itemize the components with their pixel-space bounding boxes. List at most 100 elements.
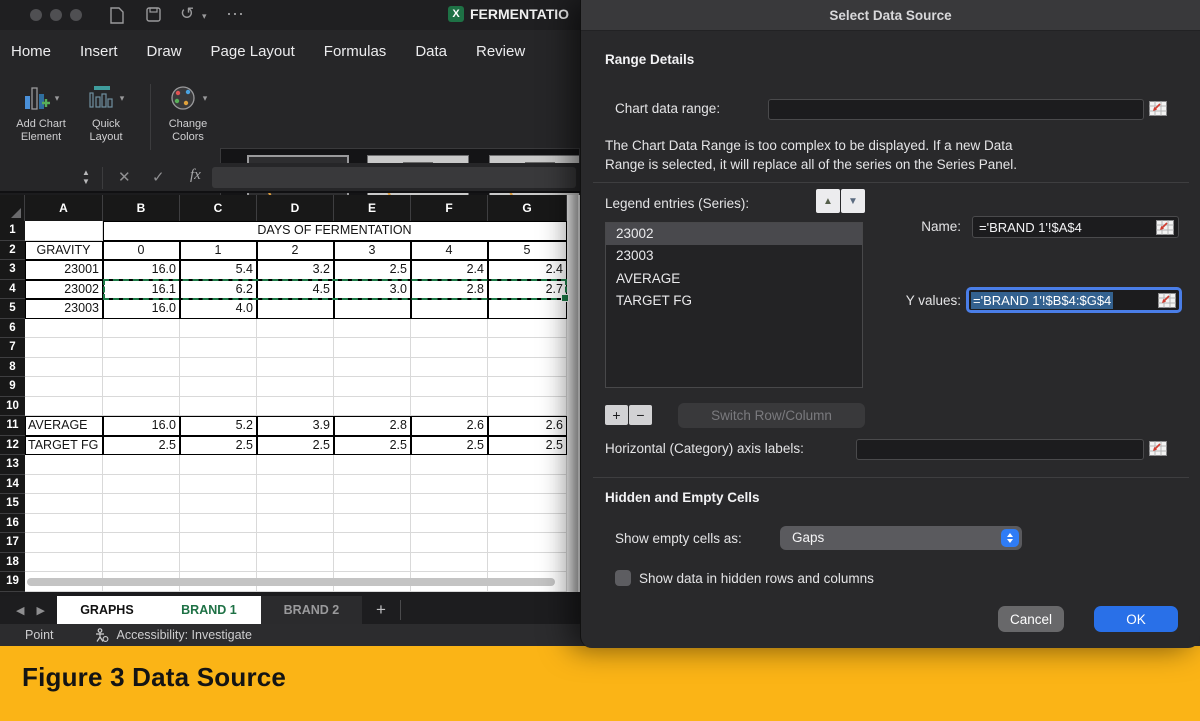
- more-toolbar-icon[interactable]: ⋯: [226, 4, 244, 25]
- sheet-tab-brand-2[interactable]: BRAND 2: [261, 596, 362, 624]
- cell-E9[interactable]: [334, 377, 411, 397]
- column-header-D[interactable]: D: [257, 195, 334, 221]
- cell-E6[interactable]: [334, 319, 411, 339]
- remove-series-button[interactable]: −: [629, 405, 652, 425]
- series-item-average[interactable]: AVERAGE: [606, 268, 862, 290]
- cell-E18[interactable]: [334, 553, 411, 573]
- cell-E14[interactable]: [334, 475, 411, 495]
- cell-B16[interactable]: [103, 514, 180, 534]
- cell-E3[interactable]: 2.5: [334, 260, 411, 280]
- series-item-23002[interactable]: 23002: [606, 223, 862, 245]
- cell-A3[interactable]: 23001: [25, 260, 103, 280]
- cell-F18[interactable]: [411, 553, 488, 573]
- row-header-12[interactable]: 12: [0, 436, 25, 456]
- show-empty-cells-dropdown[interactable]: Gaps: [780, 526, 1022, 550]
- cell-G14[interactable]: [488, 475, 567, 495]
- ribbon-tab-home[interactable]: Home: [11, 43, 51, 60]
- cell-D7[interactable]: [257, 338, 334, 358]
- name-box-spinner[interactable]: ▲▼: [82, 168, 90, 186]
- move-series-down-button[interactable]: ▼: [841, 189, 865, 213]
- switch-row-column-button[interactable]: Switch Row/Column: [678, 403, 865, 428]
- cell-D12[interactable]: 2.5: [257, 436, 334, 456]
- cell-D17[interactable]: [257, 533, 334, 553]
- cell-B9[interactable]: [103, 377, 180, 397]
- cell-D3[interactable]: 3.2: [257, 260, 334, 280]
- enter-entry-icon[interactable]: ✓: [152, 168, 165, 186]
- cell-G5[interactable]: [488, 299, 567, 319]
- cell-B12[interactable]: 2.5: [103, 436, 180, 456]
- cell-D18[interactable]: [257, 553, 334, 573]
- cell-E12[interactable]: 2.5: [334, 436, 411, 456]
- cell-A6[interactable]: [25, 319, 103, 339]
- quick-layout-button[interactable]: ▾ Quick Layout: [76, 78, 136, 143]
- row-header-14[interactable]: 14: [0, 475, 25, 495]
- cell-E15[interactable]: [334, 494, 411, 514]
- horizontal-scrollbar[interactable]: [27, 578, 555, 586]
- cell-D15[interactable]: [257, 494, 334, 514]
- select-all-corner[interactable]: [0, 195, 25, 221]
- row-header-9[interactable]: 9: [0, 377, 25, 397]
- cell-C5[interactable]: 4.0: [180, 299, 257, 319]
- row-header-6[interactable]: 6: [0, 319, 25, 339]
- cell-A16[interactable]: [25, 514, 103, 534]
- row-header-18[interactable]: 18: [0, 553, 25, 573]
- cell-G6[interactable]: [488, 319, 567, 339]
- column-header-A[interactable]: A: [25, 195, 103, 221]
- cell-G16[interactable]: [488, 514, 567, 534]
- cell-F15[interactable]: [411, 494, 488, 514]
- cell-C10[interactable]: [180, 397, 257, 417]
- cell-F12[interactable]: 2.5: [411, 436, 488, 456]
- change-colors-button[interactable]: ▾ Change Colors: [158, 78, 218, 143]
- cell-A18[interactable]: [25, 553, 103, 573]
- cell-E13[interactable]: [334, 455, 411, 475]
- cell-B6[interactable]: [103, 319, 180, 339]
- cell-E2[interactable]: 3: [334, 241, 411, 261]
- cell-G11[interactable]: 2.6: [488, 416, 567, 436]
- cell-C9[interactable]: [180, 377, 257, 397]
- cell-B3[interactable]: 16.0: [103, 260, 180, 280]
- cell-C17[interactable]: [180, 533, 257, 553]
- cell-C11[interactable]: 5.2: [180, 416, 257, 436]
- cell-F2[interactable]: 4: [411, 241, 488, 261]
- cell-F16[interactable]: [411, 514, 488, 534]
- cell-A4[interactable]: 23002: [25, 280, 103, 300]
- cell-C2[interactable]: 1: [180, 241, 257, 261]
- cell-A10[interactable]: [25, 397, 103, 417]
- cell-B18[interactable]: [103, 553, 180, 573]
- range-selector-icon[interactable]: [1156, 220, 1174, 235]
- new-document-icon[interactable]: [110, 7, 124, 24]
- cell-F14[interactable]: [411, 475, 488, 495]
- cell-C7[interactable]: [180, 338, 257, 358]
- column-header-F[interactable]: F: [411, 195, 488, 221]
- cell-G12[interactable]: 2.5: [488, 436, 567, 456]
- cell-E10[interactable]: [334, 397, 411, 417]
- sheet-tab-brand-1[interactable]: BRAND 1: [157, 596, 261, 624]
- column-header-B[interactable]: B: [103, 195, 180, 221]
- column-header-C[interactable]: C: [180, 195, 257, 221]
- column-header-E[interactable]: E: [334, 195, 411, 221]
- ribbon-tab-insert[interactable]: Insert: [80, 43, 118, 60]
- cell-B11[interactable]: 16.0: [103, 416, 180, 436]
- cell-A1[interactable]: [25, 221, 103, 241]
- row-header-11[interactable]: 11: [0, 416, 25, 436]
- dialog-title-bar[interactable]: Select Data Source: [581, 0, 1200, 31]
- accessibility-status[interactable]: Accessibility: Investigate: [117, 628, 252, 642]
- cell-A15[interactable]: [25, 494, 103, 514]
- cell-G7[interactable]: [488, 338, 567, 358]
- cell-G8[interactable]: [488, 358, 567, 378]
- cell-E17[interactable]: [334, 533, 411, 553]
- cell-F13[interactable]: [411, 455, 488, 475]
- close-window-icon[interactable]: [30, 9, 42, 21]
- show-hidden-data-checkbox[interactable]: [615, 570, 631, 586]
- cell-G17[interactable]: [488, 533, 567, 553]
- range-selector-icon[interactable]: [1158, 293, 1176, 308]
- cell-F3[interactable]: 2.4: [411, 260, 488, 280]
- cell-F9[interactable]: [411, 377, 488, 397]
- cell-F8[interactable]: [411, 358, 488, 378]
- cell-D2[interactable]: 2: [257, 241, 334, 261]
- cell-B7[interactable]: [103, 338, 180, 358]
- cell-G2[interactable]: 5: [488, 241, 567, 261]
- cell-D16[interactable]: [257, 514, 334, 534]
- cell-A13[interactable]: [25, 455, 103, 475]
- cell-C12[interactable]: 2.5: [180, 436, 257, 456]
